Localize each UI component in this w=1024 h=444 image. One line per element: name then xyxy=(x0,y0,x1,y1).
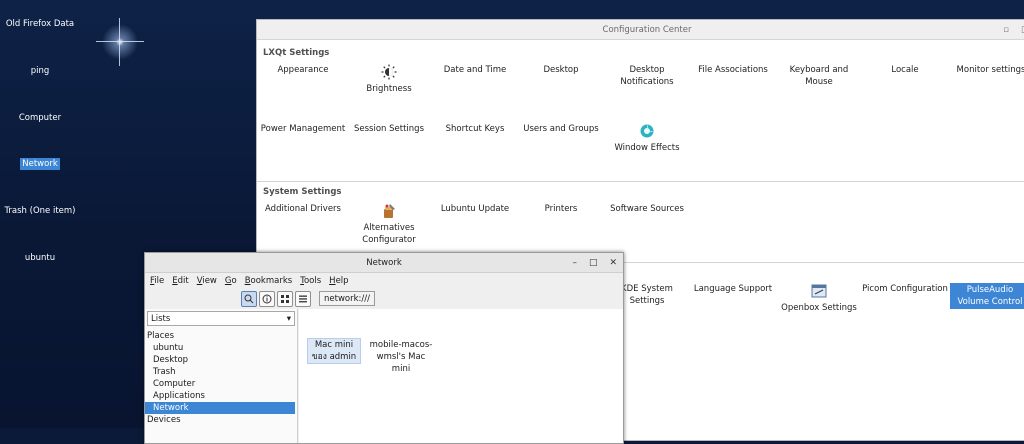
cc-item-desktop-notifications[interactable]: Desktop Notifications xyxy=(604,64,690,88)
grid-icon xyxy=(281,294,289,303)
cc-item-picom-configuration[interactable]: Picom Configuration xyxy=(862,283,948,295)
place-item-trash[interactable]: Trash xyxy=(145,366,297,378)
cc-item-file-associations[interactable]: File Associations xyxy=(690,64,776,76)
restore-icon[interactable]: ▫ xyxy=(1003,25,1009,35)
icon-view-icon xyxy=(244,294,254,303)
file-view: Mac mini ของ admin mobile-macos-wmsl's M… xyxy=(299,309,623,443)
window-effects-icon xyxy=(640,124,654,138)
network-file-manager-window: Network – □ ✕ File Edit View Go Bookmark… xyxy=(144,252,624,444)
cc-item-printers[interactable]: Printers xyxy=(518,203,604,215)
desktop-icon-network[interactable]: Network xyxy=(0,158,80,170)
file-item-mobile-macos-mac-mini[interactable]: mobile-macos-wmsl's Mac mini xyxy=(369,339,433,375)
cc-item-keyboard-and-mouse[interactable]: Keyboard and Mouse xyxy=(776,64,862,88)
openbox-icon xyxy=(811,284,827,298)
path-bar-input[interactable]: network:/// xyxy=(319,291,375,306)
menu-tools[interactable]: Tools xyxy=(300,276,321,286)
section-divider xyxy=(257,181,1024,182)
cc-item-shortcut-keys[interactable]: Shortcut Keys xyxy=(432,123,518,135)
view-toolbar: network:/// xyxy=(145,289,623,308)
menu-edit[interactable]: Edit xyxy=(172,276,188,286)
maximize-icon[interactable]: □ xyxy=(589,258,598,268)
list-icon xyxy=(299,295,307,302)
section-title-system: System Settings xyxy=(263,187,342,197)
place-item-network[interactable]: Network xyxy=(145,402,295,414)
thumbnail-view-button[interactable] xyxy=(259,290,275,307)
cc-item-power-management[interactable]: Power Management xyxy=(260,123,346,135)
menu-bar: File Edit View Go Bookmarks Tools Help xyxy=(145,273,623,289)
place-item-desktop[interactable]: Desktop xyxy=(145,354,297,366)
menu-bookmarks[interactable]: Bookmarks xyxy=(245,276,293,286)
detailed-list-view-button[interactable] xyxy=(295,290,311,307)
dropdown-arrow-icon: ▾ xyxy=(286,313,291,324)
desktop-icon-old-firefox-data[interactable]: Old Firefox Data xyxy=(0,19,80,29)
cc-item-desktop[interactable]: Desktop xyxy=(518,64,604,76)
cc-item-openbox-settings[interactable]: Openbox Settings xyxy=(776,283,862,314)
file-item-mac-mini-admin[interactable]: Mac mini ของ admin xyxy=(307,338,361,364)
desktop-icon-ubuntu[interactable]: ubuntu xyxy=(0,253,80,263)
places-header: Places xyxy=(147,331,175,341)
minimize-icon[interactable]: – xyxy=(572,258,577,268)
devices-header: Devices xyxy=(147,415,181,425)
star-glow-vertical xyxy=(119,18,120,66)
cc-item-pulseaudio-volume-control[interactable]: PulseAudio Volume Control xyxy=(950,283,1024,309)
side-pane-mode-select[interactable]: Lists ▾ xyxy=(147,311,295,326)
menu-file[interactable]: File xyxy=(150,276,164,286)
side-pane: Lists ▾ Places ubuntu Desktop Trash Comp… xyxy=(145,309,298,443)
cc-item-additional-drivers[interactable]: Additional Drivers xyxy=(260,203,346,215)
desktop-icon-computer[interactable]: Computer xyxy=(0,113,80,123)
desktop-icon-ping[interactable]: ping xyxy=(0,66,80,76)
cc-item-software-sources[interactable]: Software Sources xyxy=(604,203,690,215)
place-item-ubuntu[interactable]: ubuntu xyxy=(145,342,297,354)
cc-item-users-and-groups[interactable]: Users and Groups xyxy=(518,123,604,135)
cc-item-language-support[interactable]: Language Support xyxy=(690,283,776,295)
cc-item-lubuntu-update[interactable]: Lubuntu Update xyxy=(432,203,518,215)
menu-go[interactable]: Go xyxy=(225,276,237,286)
cc-item-locale[interactable]: Locale xyxy=(862,64,948,76)
place-item-applications[interactable]: Applications xyxy=(145,390,297,402)
alternatives-icon xyxy=(384,204,395,218)
brightness-icon xyxy=(381,64,397,80)
cc-item-date-and-time[interactable]: Date and Time xyxy=(432,64,518,76)
cc-item-session-settings[interactable]: Session Settings xyxy=(346,123,432,135)
menu-help[interactable]: Help xyxy=(329,276,348,286)
window-title: Configuration Center xyxy=(602,24,692,35)
cc-item-window-effects[interactable]: Window Effects xyxy=(604,123,690,154)
cc-item-brightness[interactable]: Brightness xyxy=(346,64,432,95)
info-icon xyxy=(262,294,272,303)
star-glow-horizontal xyxy=(96,41,144,42)
cc-item-monitor-settings[interactable]: Monitor settings xyxy=(948,64,1024,76)
section-title-lxqt: LXQt Settings xyxy=(263,48,330,58)
close-icon[interactable]: ✕ xyxy=(609,258,617,268)
place-item-computer[interactable]: Computer xyxy=(145,378,297,390)
network-window-titlebar[interactable]: Network – □ ✕ xyxy=(145,253,623,273)
cc-item-alternatives-configurator[interactable]: Alternatives Configurator xyxy=(346,203,432,246)
icon-view-button[interactable] xyxy=(241,290,257,307)
desktop-icon-trash[interactable]: Trash (One item) xyxy=(0,206,80,216)
cc-item-appearance[interactable]: Appearance xyxy=(260,64,346,76)
compact-view-button[interactable] xyxy=(277,290,293,307)
configuration-center-titlebar[interactable]: Configuration Center ▫ □ xyxy=(257,20,1024,40)
window-title: Network xyxy=(366,257,402,268)
menu-view[interactable]: View xyxy=(197,276,217,286)
